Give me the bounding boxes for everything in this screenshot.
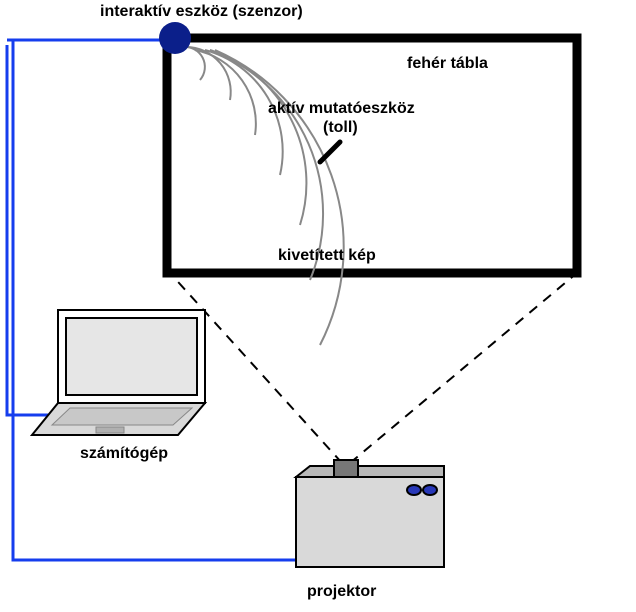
label-pointer-line1: aktív mutatóeszköz xyxy=(268,100,415,118)
label-projector: projektor xyxy=(307,583,376,601)
diagram-svg xyxy=(0,0,636,612)
label-sensor: interaktív eszköz (szenzor) xyxy=(100,3,303,21)
label-projected: kivetített kép xyxy=(278,247,376,265)
label-whiteboard: fehér tábla xyxy=(407,55,488,73)
label-pointer-line2: (toll) xyxy=(323,119,358,137)
label-computer: számítógép xyxy=(80,445,168,463)
